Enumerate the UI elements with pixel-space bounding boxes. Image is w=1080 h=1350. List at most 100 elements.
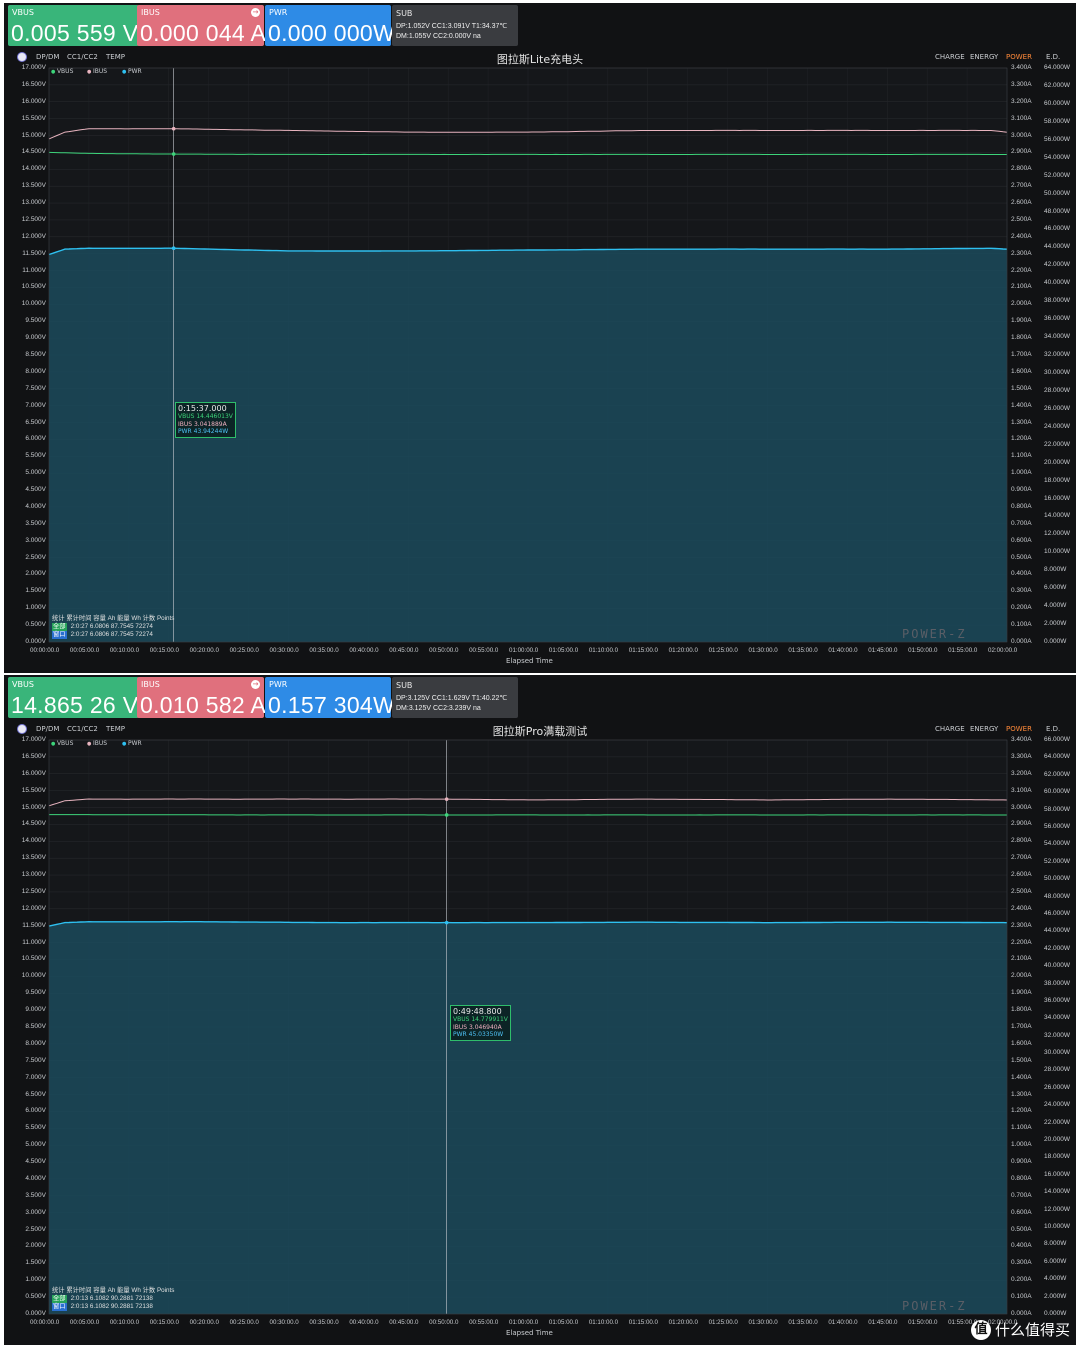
y-tick-power: 50.000W: [1044, 189, 1071, 197]
y-tick-left: 14.500V: [21, 820, 46, 828]
y-tick-power: 12.000W: [1044, 1205, 1071, 1213]
y-tick-current: 1.000A: [1011, 1141, 1032, 1149]
y-tick-current: 0.300A: [1011, 1259, 1032, 1267]
y-tick-power: 22.000W: [1044, 1118, 1071, 1126]
x-tick: 01:30:00.0: [748, 647, 778, 654]
stats-tag-all[interactable]: 全部: [52, 1295, 67, 1303]
x-tick: 01:45:00.0: [868, 647, 898, 654]
y-tick-left: 17.000V: [21, 64, 46, 71]
y-tick-current: 2.000A: [1011, 972, 1032, 980]
y-tick-current: 0.900A: [1011, 486, 1032, 494]
y-tick-left: 7.000V: [25, 401, 46, 409]
y-tick-left: 9.500V: [25, 989, 46, 997]
legend-pwr[interactable]: ● PWR: [122, 740, 142, 747]
stats-tag-window[interactable]: 窗口: [52, 631, 67, 639]
y-tick-power: 24.000W: [1044, 1101, 1071, 1109]
y-tick-left: 5.000V: [25, 1141, 46, 1149]
y-tick-current: 0.300A: [1011, 587, 1032, 595]
tooltip-ibus: IBUS 3.041889A: [178, 420, 227, 428]
legend-label: VBUS: [56, 68, 74, 75]
x-tick: 01:05:00.0: [548, 1319, 579, 1326]
legend-ibus[interactable]: ● IBUS: [87, 68, 107, 75]
y-tick-left: 15.500V: [21, 786, 46, 794]
y-tick-power: 38.000W: [1044, 979, 1071, 987]
y-tick-current: 0.600A: [1011, 536, 1032, 544]
y-tick-current: 3.100A: [1011, 114, 1032, 122]
x-tick: 02:00:00.0: [988, 647, 1018, 654]
y-tick-left: 7.000V: [25, 1073, 46, 1081]
y-tick-power: 34.000W: [1044, 333, 1071, 341]
y-tick-power: 20.000W: [1044, 1136, 1071, 1144]
y-tick-power: 22.000W: [1044, 440, 1071, 448]
legend-vbus[interactable]: ● VBUS: [51, 68, 73, 75]
y-tick-power: 62.000W: [1044, 81, 1071, 89]
y-tick-current: 1.400A: [1011, 401, 1032, 409]
legend-label: VBUS: [56, 740, 74, 747]
y-tick-power: 4.000W: [1044, 1275, 1067, 1283]
x-tick: 01:40:00.0: [828, 1319, 858, 1326]
y-tick-left: 11.000V: [22, 266, 46, 274]
y-tick-left: 7.500V: [25, 1056, 46, 1064]
legend-ibus[interactable]: ● IBUS: [87, 740, 107, 747]
y-tick-left: 8.500V: [25, 351, 46, 358]
cursor-point-ibus: [444, 797, 449, 801]
y-tick-power: 54.000W: [1044, 840, 1071, 848]
x-tick: 00:25:00.0: [229, 647, 259, 654]
y-tick-power: 16.000W: [1044, 494, 1071, 502]
y-tick-power: 10.000W: [1044, 1223, 1071, 1231]
y-tick-left: 8.500V: [25, 1023, 46, 1030]
y-tick-power: 36.000W: [1044, 996, 1071, 1004]
stats-tag-window[interactable]: 窗口: [52, 1303, 67, 1311]
y-tick-left: 16.000V: [21, 769, 46, 777]
y-tick-left: 4.000V: [25, 502, 46, 510]
y-tick-current: 2.800A: [1011, 165, 1032, 173]
x-tick: 00:55:00.0: [469, 647, 499, 654]
y-tick-current: 1.600A: [1011, 1039, 1032, 1047]
stats-tag-all[interactable]: 全部: [52, 623, 67, 631]
y-tick-power: 26.000W: [1044, 1083, 1071, 1091]
y-tick-current: 2.200A: [1011, 938, 1032, 946]
y-tick-left: 2.500V: [25, 553, 46, 561]
watermark-logo-icon: 值: [970, 1320, 991, 1340]
y-tick-power: 52.000W: [1044, 857, 1071, 865]
y-tick-current: 2.800A: [1011, 837, 1032, 845]
y-tick-left: 2.000V: [25, 570, 46, 578]
y-tick-left: 5.000V: [25, 469, 46, 477]
y-tick-power: 42.000W: [1044, 261, 1071, 269]
y-tick-current: 3.100A: [1011, 786, 1032, 794]
y-tick-power: 30.000W: [1044, 1049, 1071, 1057]
legend-vbus[interactable]: ● VBUS: [51, 740, 73, 747]
y-tick-current: 3.200A: [1011, 97, 1032, 105]
chart-canvas[interactable]: [4, 675, 1076, 1345]
y-tick-left: 0.000V: [25, 638, 46, 645]
stats-header: 统计 累计时间 容量 Ah 能量 Wh 计数 Points: [52, 615, 175, 622]
y-tick-power: 30.000W: [1044, 368, 1071, 376]
y-tick-power: 64.000W: [1044, 753, 1071, 761]
y-tick-left: 0.500V: [25, 1293, 46, 1301]
legend-label: PWR: [127, 740, 142, 747]
y-tick-power: 38.000W: [1044, 297, 1071, 305]
y-tick-left: 14.000V: [21, 837, 46, 845]
y-tick-current: 0.200A: [1011, 604, 1032, 612]
y-tick-left: 0.000V: [25, 1310, 46, 1317]
x-tick: 00:45:00.0: [389, 647, 419, 654]
y-tick-power: 58.000W: [1044, 117, 1071, 125]
x-tick: 00:05:00.0: [69, 647, 100, 654]
y-tick-current: 0.100A: [1011, 1293, 1032, 1301]
y-tick-power: 14.000W: [1044, 512, 1071, 520]
x-tick: 01:55:00.0: [948, 647, 978, 654]
stats-row-all: 全部 2:0:13 6.1082 90.2881 72138: [52, 1295, 174, 1303]
x-tick: 00:30:00.0: [269, 647, 299, 654]
cursor-tooltip: 0:15:37.000 VBUS 14.446013V IBUS 3.041889A…: [175, 402, 236, 438]
chart-canvas[interactable]: [4, 3, 1076, 673]
y-tick-current: 1.000A: [1011, 469, 1032, 477]
y-tick-current: 3.300A: [1011, 752, 1032, 760]
y-tick-power: 0.000W: [1044, 638, 1067, 645]
y-tick-current: 0.800A: [1011, 1174, 1032, 1182]
y-tick-left: 3.000V: [25, 1208, 46, 1216]
legend-pwr[interactable]: ● PWR: [122, 68, 142, 75]
y-tick-current: 2.500A: [1011, 215, 1032, 223]
x-tick: 00:40:00.0: [349, 647, 379, 654]
y-tick-power: 16.000W: [1044, 1170, 1071, 1178]
y-tick-current: 0.700A: [1011, 1191, 1032, 1199]
